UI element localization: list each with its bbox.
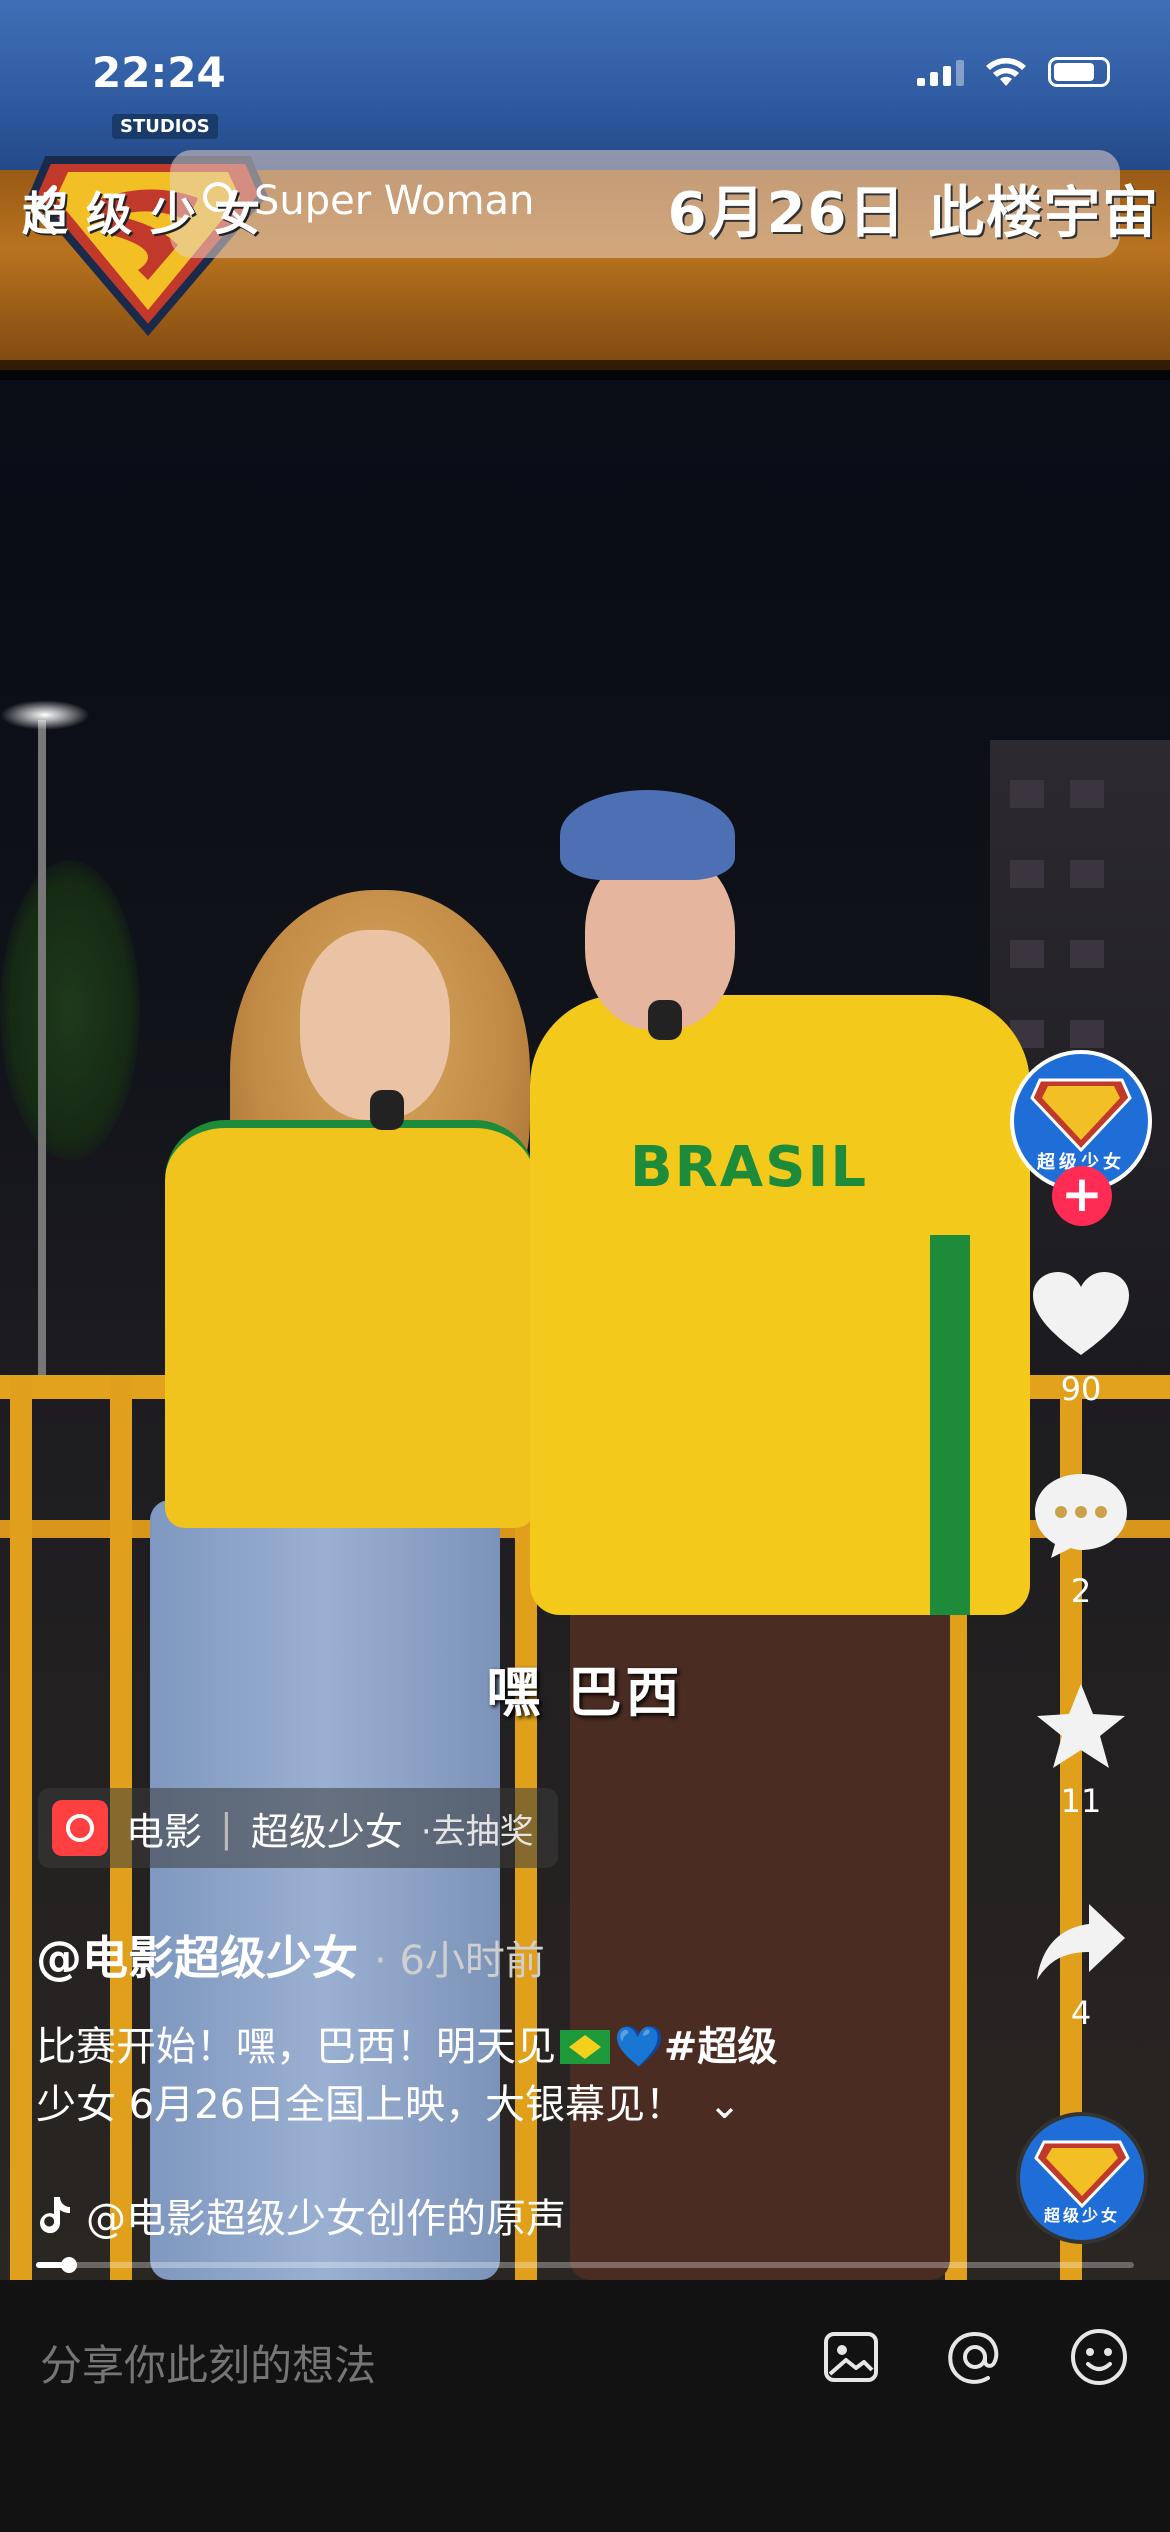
share-button[interactable]: 4 <box>1010 1900 1152 2032</box>
anchor-category: 电影 <box>126 1809 203 1854</box>
woman-shirt <box>165 1120 535 1528</box>
search-query: Super Woman <box>254 178 535 224</box>
battery-icon <box>1048 57 1110 87</box>
movie-anchor-card[interactable]: 电影 | 超级少女 ·去抽奖 <box>38 1788 558 1868</box>
comment-tools <box>820 2326 1130 2388</box>
hashtag[interactable]: #超级 <box>664 2024 778 2070</box>
comment-bar <box>0 2280 1170 2532</box>
comment-count: 2 <box>1070 1572 1092 1610</box>
emoji-icon[interactable] <box>1068 2326 1130 2388</box>
release-date-banner: 6月26日 此楼宇宙 <box>667 181 1160 246</box>
mention-icon[interactable] <box>944 2326 1006 2388</box>
music-title: @电影超级少女创作的原声 <box>86 2196 566 2242</box>
studio-tag: STUDIOS <box>112 114 218 139</box>
movie-app-icon <box>52 1800 108 1856</box>
anchor-title: 超级少女 <box>250 1809 403 1854</box>
like-count: 90 <box>1060 1370 1102 1408</box>
video-subtitle: 嘿 巴西 <box>486 1661 684 1724</box>
image-icon[interactable] <box>820 2326 882 2388</box>
status-time: 22:24 <box>92 48 226 97</box>
brazil-flag-icon <box>560 2030 610 2064</box>
comment-button[interactable]: 2 <box>1010 1470 1152 1610</box>
music-line[interactable]: @电影超级少女创作的原声 <box>38 2186 566 2244</box>
microphone <box>370 1090 404 1130</box>
anchor-divider: | <box>220 1806 233 1850</box>
cellular-signal-icon <box>917 58 964 86</box>
back-arrow-icon[interactable] <box>24 180 64 240</box>
blue-heart-icon: 💙 <box>614 2024 664 2070</box>
post-description[interactable]: 比赛开始！嘿，巴西！明天见 💙#超级 少女 6月26日全国上映，大银幕见！ ⌄ <box>36 2018 866 2134</box>
video-progress-bar[interactable] <box>36 2257 1134 2273</box>
comment-input[interactable] <box>38 2340 742 2391</box>
microphone <box>648 1000 682 1040</box>
beam-shadow <box>0 360 1170 380</box>
desc-text-line2: 少女 6月26日全国上映，大银幕见！ <box>36 2082 686 2128</box>
music-disc[interactable]: 超级少女 <box>1016 2112 1148 2244</box>
comment-icon <box>1035 1474 1127 1558</box>
anchor-cta: ·去抽奖 <box>420 1811 534 1852</box>
disc-label: 超级少女 <box>1043 2206 1120 2225</box>
man-shirt: BRASIL <box>530 995 1030 1615</box>
follow-button[interactable]: + <box>1052 1166 1112 1226</box>
woman-jeans <box>150 1500 500 2280</box>
share-count: 4 <box>1070 1994 1092 2032</box>
favorite-count: 11 <box>1060 1782 1102 1820</box>
railing-post <box>10 1375 32 2280</box>
heart-icon <box>1033 1272 1129 1355</box>
wifi-icon <box>986 58 1026 86</box>
desc-text: 比赛开始！嘿，巴西！明天见 <box>36 2024 556 2070</box>
street-lamp <box>0 700 90 730</box>
lamp-pole <box>38 720 46 1380</box>
tree-backdrop <box>0 860 140 1160</box>
shirt-text: BRASIL <box>630 1135 868 1200</box>
man-cap <box>560 790 735 880</box>
share-arrow-icon <box>1037 1904 1125 1980</box>
like-button[interactable]: 90 <box>1010 1270 1152 1408</box>
status-icons <box>917 56 1110 88</box>
post-time: · 6小时前 <box>374 1938 545 1984</box>
author-line: @电影超级少女 · 6小时前 <box>36 1922 545 1988</box>
progress-knob[interactable] <box>60 2257 77 2273</box>
expand-chevron-icon[interactable]: ⌄ <box>708 2082 742 2128</box>
music-note-icon <box>40 2197 70 2234</box>
author-name[interactable]: @电影超级少女 <box>36 1931 358 1985</box>
